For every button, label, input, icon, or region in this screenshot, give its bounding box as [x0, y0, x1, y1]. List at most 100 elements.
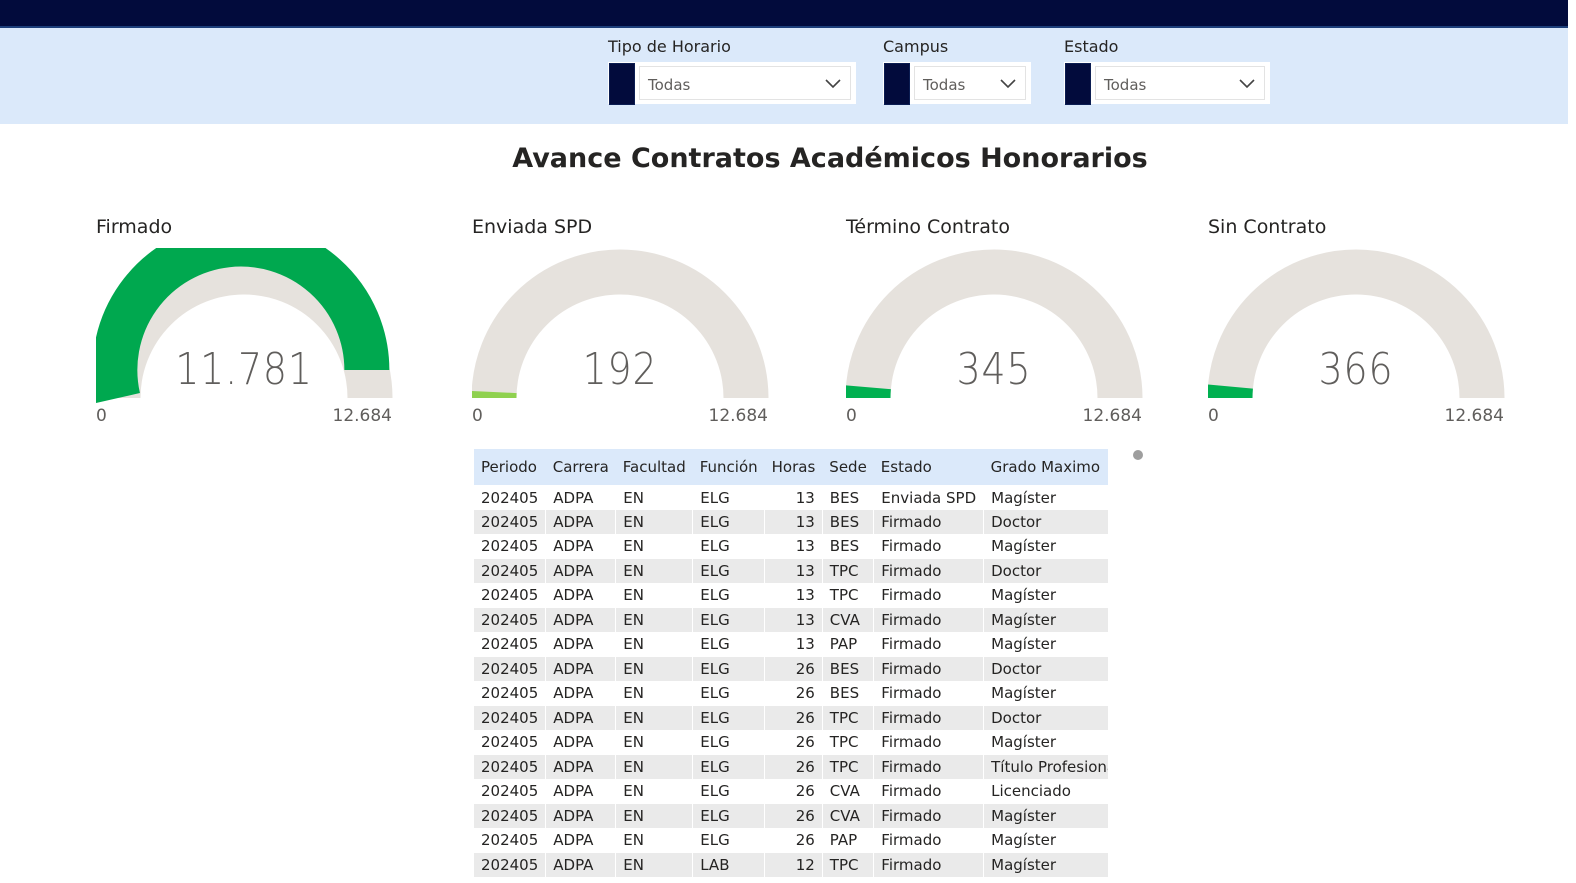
table-cell: ADPA [545, 852, 617, 877]
table-cell: BES [822, 485, 875, 510]
table-row[interactable]: 202405 ADPA EN ELG 13 BES Firmado Doctor [474, 509, 1108, 534]
table-cell: Magíster [983, 681, 1108, 706]
table-row[interactable]: 202405 ADPA EN ELG 13 TPC Firmado Doctor [474, 558, 1108, 583]
table-cell: BES [822, 681, 875, 706]
table-row[interactable]: 202405 ADPA EN ELG 26 TPC Firmado Doctor [474, 705, 1108, 730]
table-cell: EN [615, 730, 694, 755]
gauge-min: 0 [472, 406, 483, 426]
table-cell: ADPA [545, 779, 617, 804]
table-row[interactable]: 202405 ADPA EN ELG 26 PAP Firmado Magíster [474, 828, 1108, 853]
table-cell: 202405 [474, 632, 547, 657]
slicer-label: Estado [1064, 37, 1119, 56]
table-cell: Firmado [873, 558, 985, 583]
table-cell: ADPA [545, 558, 617, 583]
table-row[interactable]: 202405 ADPA EN ELG 26 TPC Firmado Magíster [474, 730, 1108, 755]
slicer-dropdown[interactable]: Todas [1064, 62, 1270, 105]
gauge-max: 12.684 [1082, 406, 1142, 426]
table-row[interactable]: 202405 ADPA EN ELG 13 BES Enviada SPD Magíster [474, 485, 1108, 510]
chevron-down-icon[interactable] [824, 76, 842, 90]
slicer-select[interactable]: Todas [639, 66, 851, 100]
table-cell: EN [615, 754, 694, 779]
table-cell: 13 [764, 534, 823, 559]
table-row[interactable]: 202405 ADPA EN ELG 13 TPC Firmado Magíster [474, 583, 1108, 608]
table-cell: Firmado [873, 730, 985, 755]
column-header-sede[interactable]: Sede [822, 449, 874, 485]
table-cell: Firmado [873, 681, 985, 706]
table-row[interactable]: 202405 ADPA EN LAB 12 TPC Firmado Magíster [474, 852, 1108, 877]
table-row[interactable]: 202405 ADPA EN ELG 26 CVA Firmado Licenciado [474, 779, 1108, 804]
slicer-dropdown[interactable]: Todas [883, 62, 1031, 105]
column-header-estado[interactable]: Estado [873, 449, 984, 485]
table-row[interactable]: 202405 ADPA EN ELG 26 TPC Firmado Título Profes… [474, 754, 1108, 779]
slicer-dropdown[interactable]: Todas [608, 62, 856, 105]
table-cell: ADPA [545, 803, 617, 828]
gauge-firmado[interactable]: Firmado 11.781 0 12.684 [96, 212, 406, 432]
table-row[interactable]: 202405 ADPA EN ELG 13 BES Firmado Magíster [474, 534, 1108, 559]
scroll-indicator[interactable] [1133, 450, 1143, 460]
slicer-select[interactable]: Todas [914, 66, 1026, 100]
table-cell: EN [615, 534, 694, 559]
table-cell: EN [615, 803, 694, 828]
table-cell: 202405 [474, 509, 547, 534]
table-cell: EN [615, 583, 694, 608]
table-cell: EN [615, 632, 694, 657]
column-header-horas[interactable]: Horas [764, 449, 823, 485]
slicer-tipo-de-horario: Tipo de Horario Todas [608, 36, 856, 105]
table-cell: ELG [692, 583, 766, 608]
table-cell: 26 [764, 828, 823, 853]
table-row[interactable]: 202405 ADPA EN ELG 26 CVA Firmado Magíster [474, 803, 1108, 828]
table-cell: Magíster [983, 583, 1108, 608]
table-cell: 202405 [474, 828, 547, 853]
table-cell: ELG [692, 828, 766, 853]
table-cell: ADPA [545, 534, 617, 559]
gauge-enviada-spd[interactable]: Enviada SPD 192 0 12.684 [472, 212, 782, 432]
table-cell: 202405 [474, 705, 547, 730]
table-cell: Firmado [873, 754, 985, 779]
table-row[interactable]: 202405 ADPA EN ELG 26 BES Firmado Magíster [474, 681, 1108, 706]
table-cell: EN [615, 705, 694, 730]
chevron-down-icon[interactable] [999, 76, 1017, 90]
table-cell: Doctor [983, 705, 1108, 730]
gauge-max: 12.684 [332, 406, 392, 426]
table-cell: 26 [764, 681, 823, 706]
slicer-select[interactable]: Todas [1095, 66, 1265, 100]
table-cell: ADPA [545, 828, 617, 853]
slicer-value: Todas [923, 76, 966, 94]
table-cell: Firmado [873, 779, 985, 804]
table-cell: Firmado [873, 803, 985, 828]
table-cell: CVA [822, 607, 875, 632]
table-cell: ADPA [545, 730, 617, 755]
table-row[interactable]: 202405 ADPA EN ELG 13 PAP Firmado Magíster [474, 632, 1108, 657]
table-cell: PAP [822, 632, 875, 657]
column-header-facultad[interactable]: Facultad [615, 449, 693, 485]
table-cell: 202405 [474, 607, 547, 632]
table-cell: Doctor [983, 558, 1108, 583]
slicer-accent-bar [884, 63, 910, 105]
slicer-accent-bar [1065, 63, 1091, 105]
table-cell: ELG [692, 803, 766, 828]
table-cell: Firmado [873, 607, 985, 632]
table-row[interactable]: 202405 ADPA EN ELG 13 CVA Firmado Magíster [474, 607, 1108, 632]
chevron-down-icon[interactable] [1238, 76, 1256, 90]
table-cell: 202405 [474, 656, 547, 681]
gauge-sin-contrato[interactable]: Sin Contrato 366 0 12.684 [1208, 212, 1518, 432]
column-header-grado-maximo[interactable]: Grado Maximo [983, 449, 1108, 485]
slicer-label: Campus [883, 37, 949, 56]
table-cell: TPC [822, 583, 875, 608]
table-cell: 202405 [474, 754, 547, 779]
table-cell: EN [615, 656, 694, 681]
table-cell: Magíster [983, 607, 1108, 632]
table-cell: 13 [764, 583, 823, 608]
table-cell: Firmado [873, 656, 985, 681]
table-cell: ELG [692, 681, 766, 706]
contracts-table[interactable]: Periodo Carrera Facultad Función Horas S… [474, 449, 1108, 879]
table-cell: ELG [692, 558, 766, 583]
table-row[interactable]: 202405 ADPA EN ELG 26 BES Firmado Doctor [474, 656, 1108, 681]
column-header-periodo[interactable]: Periodo [474, 449, 546, 485]
gauge-title: Sin Contrato [1208, 216, 1327, 238]
gauge-termino-contrato[interactable]: Término Contrato 345 0 12.684 [846, 212, 1156, 432]
table-cell: ELG [692, 607, 766, 632]
table-cell: ADPA [545, 509, 617, 534]
column-header-carrera[interactable]: Carrera [545, 449, 616, 485]
column-header-funcion[interactable]: Función [692, 449, 765, 485]
